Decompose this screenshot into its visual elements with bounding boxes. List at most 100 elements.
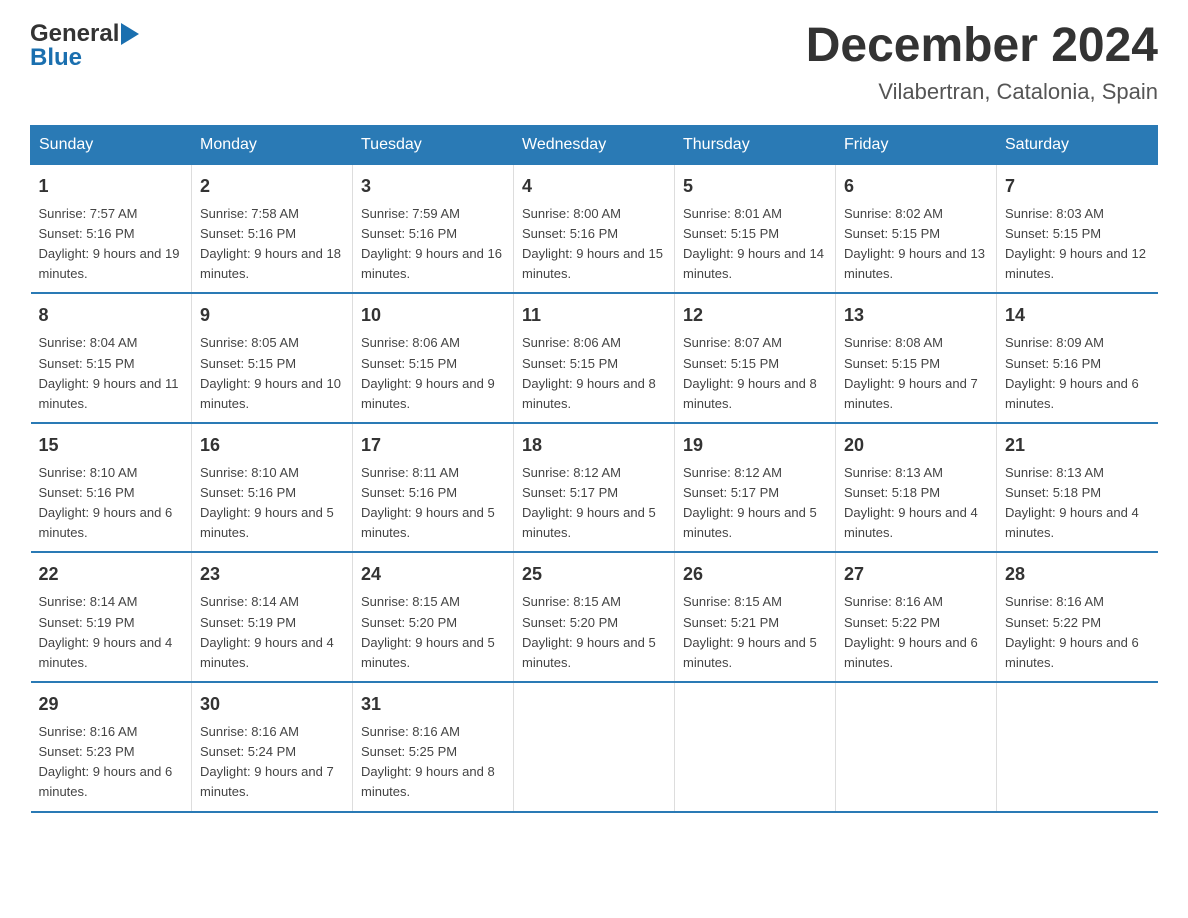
- calendar-day-cell: 8 Sunrise: 8:04 AMSunset: 5:15 PMDayligh…: [31, 293, 192, 423]
- day-number: 23: [200, 561, 344, 588]
- weekday-header-row: SundayMondayTuesdayWednesdayThursdayFrid…: [31, 125, 1158, 164]
- weekday-header-wednesday: Wednesday: [514, 125, 675, 164]
- day-info: Sunrise: 8:15 AMSunset: 5:21 PMDaylight:…: [683, 594, 817, 669]
- calendar-day-cell: 19 Sunrise: 8:12 AMSunset: 5:17 PMDaylig…: [675, 423, 836, 553]
- calendar-day-cell: 11 Sunrise: 8:06 AMSunset: 5:15 PMDaylig…: [514, 293, 675, 423]
- day-number: 9: [200, 302, 344, 329]
- day-number: 21: [1005, 432, 1150, 459]
- day-info: Sunrise: 8:11 AMSunset: 5:16 PMDaylight:…: [361, 465, 495, 540]
- weekday-header-sunday: Sunday: [31, 125, 192, 164]
- day-info: Sunrise: 8:16 AMSunset: 5:23 PMDaylight:…: [39, 724, 173, 799]
- day-info: Sunrise: 8:07 AMSunset: 5:15 PMDaylight:…: [683, 335, 817, 410]
- calendar-week-row: 1 Sunrise: 7:57 AMSunset: 5:16 PMDayligh…: [31, 164, 1158, 293]
- calendar-day-cell: 16 Sunrise: 8:10 AMSunset: 5:16 PMDaylig…: [192, 423, 353, 553]
- calendar-day-cell: [997, 682, 1158, 812]
- calendar-day-cell: 25 Sunrise: 8:15 AMSunset: 5:20 PMDaylig…: [514, 552, 675, 682]
- day-number: 13: [844, 302, 988, 329]
- calendar-day-cell: 6 Sunrise: 8:02 AMSunset: 5:15 PMDayligh…: [836, 164, 997, 293]
- calendar-day-cell: 17 Sunrise: 8:11 AMSunset: 5:16 PMDaylig…: [353, 423, 514, 553]
- day-number: 19: [683, 432, 827, 459]
- calendar-day-cell: 28 Sunrise: 8:16 AMSunset: 5:22 PMDaylig…: [997, 552, 1158, 682]
- day-number: 6: [844, 173, 988, 200]
- calendar-day-cell: 13 Sunrise: 8:08 AMSunset: 5:15 PMDaylig…: [836, 293, 997, 423]
- day-info: Sunrise: 8:16 AMSunset: 5:22 PMDaylight:…: [844, 594, 978, 669]
- calendar-title: December 2024: [806, 20, 1158, 73]
- calendar-day-cell: [836, 682, 997, 812]
- weekday-header-thursday: Thursday: [675, 125, 836, 164]
- day-number: 29: [39, 691, 184, 718]
- logo: General Blue: [30, 20, 139, 72]
- calendar-day-cell: 2 Sunrise: 7:58 AMSunset: 5:16 PMDayligh…: [192, 164, 353, 293]
- calendar-week-row: 8 Sunrise: 8:04 AMSunset: 5:15 PMDayligh…: [31, 293, 1158, 423]
- day-number: 14: [1005, 302, 1150, 329]
- day-number: 30: [200, 691, 344, 718]
- day-info: Sunrise: 8:13 AMSunset: 5:18 PMDaylight:…: [1005, 465, 1139, 540]
- day-number: 25: [522, 561, 666, 588]
- weekday-header-monday: Monday: [192, 125, 353, 164]
- day-number: 31: [361, 691, 505, 718]
- day-number: 12: [683, 302, 827, 329]
- calendar-day-cell: 7 Sunrise: 8:03 AMSunset: 5:15 PMDayligh…: [997, 164, 1158, 293]
- calendar-day-cell: [514, 682, 675, 812]
- day-number: 4: [522, 173, 666, 200]
- day-info: Sunrise: 8:12 AMSunset: 5:17 PMDaylight:…: [522, 465, 656, 540]
- calendar-week-row: 29 Sunrise: 8:16 AMSunset: 5:23 PMDaylig…: [31, 682, 1158, 812]
- calendar-day-cell: 30 Sunrise: 8:16 AMSunset: 5:24 PMDaylig…: [192, 682, 353, 812]
- calendar-day-cell: 29 Sunrise: 8:16 AMSunset: 5:23 PMDaylig…: [31, 682, 192, 812]
- day-number: 8: [39, 302, 184, 329]
- day-info: Sunrise: 8:03 AMSunset: 5:15 PMDaylight:…: [1005, 206, 1146, 281]
- day-number: 16: [200, 432, 344, 459]
- calendar-day-cell: 3 Sunrise: 7:59 AMSunset: 5:16 PMDayligh…: [353, 164, 514, 293]
- day-info: Sunrise: 8:09 AMSunset: 5:16 PMDaylight:…: [1005, 335, 1139, 410]
- day-info: Sunrise: 8:06 AMSunset: 5:15 PMDaylight:…: [522, 335, 656, 410]
- day-number: 18: [522, 432, 666, 459]
- day-info: Sunrise: 8:02 AMSunset: 5:15 PMDaylight:…: [844, 206, 985, 281]
- calendar-week-row: 22 Sunrise: 8:14 AMSunset: 5:19 PMDaylig…: [31, 552, 1158, 682]
- day-info: Sunrise: 8:14 AMSunset: 5:19 PMDaylight:…: [200, 594, 334, 669]
- day-number: 5: [683, 173, 827, 200]
- day-number: 24: [361, 561, 505, 588]
- title-block: December 2024 Vilabertran, Catalonia, Sp…: [806, 20, 1158, 105]
- day-info: Sunrise: 8:08 AMSunset: 5:15 PMDaylight:…: [844, 335, 978, 410]
- day-number: 10: [361, 302, 505, 329]
- day-number: 27: [844, 561, 988, 588]
- calendar-day-cell: 27 Sunrise: 8:16 AMSunset: 5:22 PMDaylig…: [836, 552, 997, 682]
- weekday-header-tuesday: Tuesday: [353, 125, 514, 164]
- day-info: Sunrise: 8:14 AMSunset: 5:19 PMDaylight:…: [39, 594, 173, 669]
- day-info: Sunrise: 8:16 AMSunset: 5:25 PMDaylight:…: [361, 724, 495, 799]
- weekday-header-saturday: Saturday: [997, 125, 1158, 164]
- calendar-day-cell: 26 Sunrise: 8:15 AMSunset: 5:21 PMDaylig…: [675, 552, 836, 682]
- calendar-table: SundayMondayTuesdayWednesdayThursdayFrid…: [30, 125, 1158, 813]
- calendar-day-cell: 9 Sunrise: 8:05 AMSunset: 5:15 PMDayligh…: [192, 293, 353, 423]
- calendar-day-cell: 20 Sunrise: 8:13 AMSunset: 5:18 PMDaylig…: [836, 423, 997, 553]
- day-number: 17: [361, 432, 505, 459]
- day-number: 2: [200, 173, 344, 200]
- day-info: Sunrise: 8:00 AMSunset: 5:16 PMDaylight:…: [522, 206, 663, 281]
- day-number: 1: [39, 173, 184, 200]
- page-header: General Blue December 2024 Vilabertran, …: [30, 20, 1158, 105]
- day-number: 26: [683, 561, 827, 588]
- calendar-day-cell: 5 Sunrise: 8:01 AMSunset: 5:15 PMDayligh…: [675, 164, 836, 293]
- day-info: Sunrise: 8:13 AMSunset: 5:18 PMDaylight:…: [844, 465, 978, 540]
- calendar-day-cell: 21 Sunrise: 8:13 AMSunset: 5:18 PMDaylig…: [997, 423, 1158, 553]
- weekday-header-friday: Friday: [836, 125, 997, 164]
- day-info: Sunrise: 8:04 AMSunset: 5:15 PMDaylight:…: [39, 335, 179, 410]
- day-info: Sunrise: 8:16 AMSunset: 5:24 PMDaylight:…: [200, 724, 334, 799]
- day-info: Sunrise: 7:57 AMSunset: 5:16 PMDaylight:…: [39, 206, 180, 281]
- day-number: 22: [39, 561, 184, 588]
- calendar-day-cell: 1 Sunrise: 7:57 AMSunset: 5:16 PMDayligh…: [31, 164, 192, 293]
- calendar-day-cell: [675, 682, 836, 812]
- day-number: 28: [1005, 561, 1150, 588]
- calendar-day-cell: 24 Sunrise: 8:15 AMSunset: 5:20 PMDaylig…: [353, 552, 514, 682]
- calendar-day-cell: 15 Sunrise: 8:10 AMSunset: 5:16 PMDaylig…: [31, 423, 192, 553]
- day-info: Sunrise: 8:15 AMSunset: 5:20 PMDaylight:…: [522, 594, 656, 669]
- day-info: Sunrise: 8:15 AMSunset: 5:20 PMDaylight:…: [361, 594, 495, 669]
- calendar-day-cell: 12 Sunrise: 8:07 AMSunset: 5:15 PMDaylig…: [675, 293, 836, 423]
- day-number: 7: [1005, 173, 1150, 200]
- calendar-day-cell: 4 Sunrise: 8:00 AMSunset: 5:16 PMDayligh…: [514, 164, 675, 293]
- day-number: 20: [844, 432, 988, 459]
- calendar-day-cell: 23 Sunrise: 8:14 AMSunset: 5:19 PMDaylig…: [192, 552, 353, 682]
- calendar-day-cell: 14 Sunrise: 8:09 AMSunset: 5:16 PMDaylig…: [997, 293, 1158, 423]
- calendar-subtitle: Vilabertran, Catalonia, Spain: [806, 79, 1158, 105]
- calendar-day-cell: 10 Sunrise: 8:06 AMSunset: 5:15 PMDaylig…: [353, 293, 514, 423]
